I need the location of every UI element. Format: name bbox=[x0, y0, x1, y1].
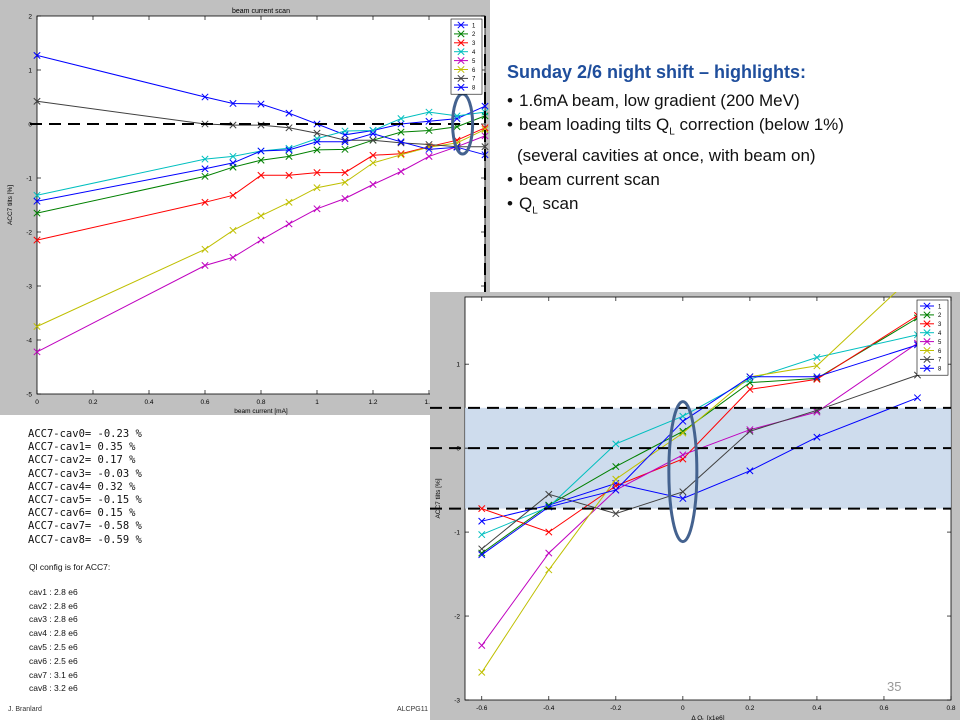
ql-scan-chart: -0.6-0.4-0.200.20.40.60.8-3-2-101Δ QL [x… bbox=[430, 292, 960, 720]
beam-current-scan-chart: 00.20.40.60.811.21.41.6-5-4-3-2-1012beam… bbox=[0, 0, 490, 415]
ql-config-item: cav5 : 2.5 e6 bbox=[29, 641, 78, 652]
x-tick-label: 0.4 bbox=[144, 399, 153, 406]
readout-line: ACC7-cav4= 0.32 % bbox=[28, 480, 136, 493]
x-tick-label: 0.2 bbox=[745, 705, 754, 712]
highlights-title: Sunday 2/6 night shift – highlights: bbox=[507, 62, 807, 82]
highlights-box: Sunday 2/6 night shift – highlights: • 1.… bbox=[507, 62, 947, 224]
readout-line: ACC7-cav6= 0.15 % bbox=[28, 507, 136, 520]
y-tick-label: -4 bbox=[26, 338, 32, 345]
x-axis-label-unit: [x1e6] bbox=[705, 715, 725, 720]
ql-config-item: cav7 : 3.1 e6 bbox=[29, 669, 78, 680]
page-number: 35 bbox=[887, 679, 902, 694]
bullet-beam-text: 1.6mA beam, low gradient (200 MeV) bbox=[519, 91, 800, 110]
y-tick-label: 1 bbox=[28, 68, 32, 75]
bullet-ql-scan: • QL scan bbox=[507, 194, 579, 217]
bullet-several-cavities: (several cavities at once, with beam on) bbox=[517, 146, 816, 166]
bullet-current-scan-text: beam current scan bbox=[519, 170, 660, 190]
x-tick-label: 0.2 bbox=[88, 399, 97, 406]
ql-config-item: cav3 : 2.8 e6 bbox=[29, 614, 78, 625]
bullet-beam-loading-text: beam loading tilts Q bbox=[519, 115, 670, 134]
y-tick-label: -2 bbox=[454, 614, 460, 621]
x-tick-label: 0.8 bbox=[946, 705, 955, 712]
ql-config-item: cav1 : 2.8 e6 bbox=[29, 586, 78, 597]
readout-line: ACC7-cav0= -0.23 % bbox=[28, 428, 142, 440]
x-tick-label: -0.2 bbox=[610, 705, 622, 712]
x-tick-label: 1 bbox=[315, 399, 319, 406]
plot-area bbox=[36, 15, 486, 395]
y-axis-label: ACC7 tilts [%] bbox=[7, 185, 14, 225]
x-axis-label: Δ QL [x1e6] bbox=[691, 715, 724, 720]
tolerance-band bbox=[465, 407, 951, 509]
x-tick-label: 0.8 bbox=[256, 399, 265, 406]
y-tick-label: 1 bbox=[456, 362, 460, 369]
y-tick-label: -2 bbox=[26, 230, 32, 237]
bullet-beam-loading-text-2: correction (below 1%) bbox=[674, 115, 844, 134]
y-tick-label: -3 bbox=[454, 698, 460, 705]
footer-event: ALCPG11 bbox=[397, 706, 428, 713]
x-tick-label: -0.4 bbox=[543, 705, 555, 712]
x-tick-label: 0.4 bbox=[812, 705, 821, 712]
bullet-beam-loading: • beam loading tilts QL correction (below… bbox=[507, 115, 844, 138]
x-tick-label: 0 bbox=[681, 705, 685, 712]
x-tick-label: 0.6 bbox=[879, 705, 888, 712]
legend-box bbox=[450, 18, 483, 95]
readout-line: ACC7-cav8= -0.59 % bbox=[28, 533, 142, 546]
readout-line: ACC7-cav3= -0.03 % bbox=[28, 467, 142, 480]
x-tick-label: 0 bbox=[35, 399, 39, 406]
x-axis-label-main: Δ Q bbox=[691, 715, 702, 720]
y-tick-label: 2 bbox=[28, 14, 32, 21]
readout-line: ACC7-cav2= 0.17 % bbox=[28, 454, 136, 467]
bullet-current-scan: • beam current scan bbox=[507, 170, 660, 190]
x-tick-label: 1.2 bbox=[368, 399, 377, 406]
x-tick-label: -0.6 bbox=[476, 705, 488, 712]
ql-config-header: Ql config is for ACC7: bbox=[29, 562, 111, 572]
readout-line: ACC7-cav7= -0.58 % bbox=[28, 520, 142, 533]
chart-title: beam current scan bbox=[232, 8, 290, 15]
legend-box bbox=[916, 299, 949, 376]
y-tick-label: -1 bbox=[26, 176, 32, 183]
slide: 00.20.40.60.811.21.41.6-5-4-3-2-1012beam… bbox=[0, 0, 960, 720]
bullet-ql-scan-text-2: scan bbox=[537, 194, 579, 214]
ql-config-item: cav6 : 2.5 e6 bbox=[29, 655, 78, 666]
y-axis-label: ACC7 tilts [%] bbox=[435, 478, 442, 518]
y-tick-label: -1 bbox=[454, 530, 460, 537]
ql-config-list: Ql config is for ACC7: cav1 : 2.8 e6 cav… bbox=[29, 561, 110, 696]
ql-config-item: cav2 : 2.8 e6 bbox=[29, 600, 78, 611]
x-axis-label: beam current [mA] bbox=[234, 408, 288, 415]
cavity-tilt-readout: ACC7-cav0= -0.23 % ACC7-cav1= 0.35 % ACC… bbox=[28, 428, 142, 547]
bullet-ql-scan-text: Q bbox=[519, 194, 533, 214]
readout-line: ACC7-cav5= -0.15 % bbox=[28, 494, 142, 507]
y-tick-label: -5 bbox=[26, 392, 32, 399]
x-tick-label: 0.6 bbox=[200, 399, 209, 406]
y-tick-label: -3 bbox=[26, 284, 32, 291]
ql-config-item: cav4 : 2.8 e6 bbox=[29, 628, 78, 639]
bullet-beam: • 1.6mA beam, low gradient (200 MeV) bbox=[507, 91, 800, 110]
readout-line: ACC7-cav1= 0.35 % bbox=[28, 441, 136, 454]
footer-author: J. Branlard bbox=[8, 706, 42, 713]
ql-config-item: cav8 : 3.2 e6 bbox=[29, 683, 78, 694]
